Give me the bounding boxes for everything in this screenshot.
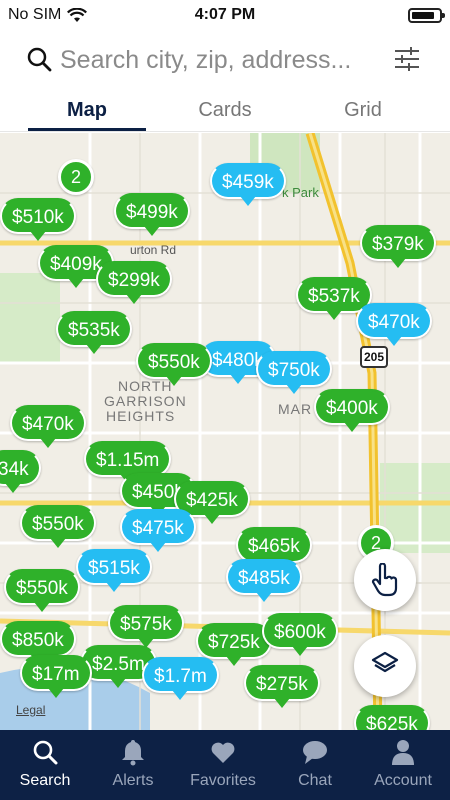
status-time: 4:07 PM bbox=[194, 6, 256, 23]
price-pin[interactable]: $485k bbox=[226, 559, 302, 602]
price-pin[interactable]: $465k bbox=[236, 527, 312, 570]
tab-active-indicator bbox=[28, 128, 146, 131]
price-pin[interactable]: $725k bbox=[196, 623, 272, 666]
price-pin[interactable]: $750k bbox=[256, 351, 332, 394]
nav-account[interactable]: Account bbox=[358, 730, 448, 800]
price-pin[interactable]: $470k bbox=[10, 405, 86, 448]
nav-search[interactable]: Search bbox=[0, 730, 90, 800]
bottom-tab-bar: Search Alerts Favorites Chat Account bbox=[0, 730, 450, 800]
bell-icon bbox=[122, 740, 144, 766]
hand-pointer-icon bbox=[371, 563, 398, 597]
search-bar bbox=[0, 38, 450, 84]
nav-label: Search bbox=[19, 772, 71, 789]
layers-icon bbox=[371, 651, 399, 673]
nav-favorites[interactable]: Favorites bbox=[178, 730, 268, 800]
nav-label: Chat bbox=[298, 772, 332, 789]
nav-label: Account bbox=[374, 772, 432, 789]
battery-icon bbox=[408, 8, 445, 23]
price-pin[interactable]: $400k bbox=[314, 389, 390, 432]
price-pin[interactable]: $1.7m bbox=[142, 657, 219, 700]
price-pin[interactable]: $550k bbox=[20, 505, 96, 548]
map-park-label: k Park bbox=[282, 185, 319, 200]
price-pin[interactable]: $550k bbox=[136, 343, 212, 386]
price-pin[interactable]: $600k bbox=[262, 613, 338, 656]
price-pin[interactable]: $850k bbox=[0, 621, 76, 664]
draw-search-button[interactable] bbox=[354, 549, 416, 611]
price-pin[interactable]: $470k bbox=[356, 303, 432, 346]
nav-chat[interactable]: Chat bbox=[270, 730, 360, 800]
map-area-label: GARRISON bbox=[104, 393, 187, 409]
highway-shield: 205 bbox=[360, 346, 388, 368]
person-icon bbox=[392, 740, 414, 765]
map-road-label: urton Rd bbox=[130, 243, 177, 257]
price-pin[interactable]: $275k bbox=[244, 665, 320, 708]
price-pin[interactable]: $1.15m bbox=[84, 441, 172, 484]
price-pin[interactable]: $475k bbox=[120, 509, 196, 552]
heart-icon bbox=[211, 742, 235, 763]
price-pin[interactable]: $379k bbox=[360, 225, 436, 268]
nav-label: Alerts bbox=[112, 772, 154, 789]
tab-map[interactable]: Map bbox=[12, 92, 162, 132]
search-icon bbox=[33, 740, 58, 765]
search-input[interactable] bbox=[60, 43, 380, 77]
status-bar: No SIM 4:07 PM bbox=[0, 0, 450, 30]
tab-cards[interactable]: Cards bbox=[150, 92, 300, 132]
map-layers-button[interactable] bbox=[354, 635, 416, 697]
price-pin[interactable]: $550k bbox=[4, 569, 80, 612]
nav-label: Favorites bbox=[190, 772, 256, 789]
price-pin[interactable]: $515k bbox=[76, 549, 152, 592]
price-pin[interactable]: $459k bbox=[210, 163, 286, 206]
filter-sliders-icon[interactable] bbox=[392, 44, 422, 74]
tab-grid[interactable]: Grid bbox=[288, 92, 438, 132]
price-pin[interactable]: $299k bbox=[96, 261, 172, 304]
chat-icon bbox=[303, 741, 327, 764]
search-icon bbox=[27, 47, 52, 72]
map-view[interactable]: k Park urton Rd 205 NORTH GARRISON HEIGH… bbox=[0, 133, 450, 730]
nav-alerts[interactable]: Alerts bbox=[88, 730, 178, 800]
pin-cluster[interactable]: 2 bbox=[58, 159, 94, 195]
price-pin[interactable]: $17m bbox=[20, 655, 92, 698]
price-pin[interactable]: $499k bbox=[114, 193, 190, 236]
map-area-label: HEIGHTS bbox=[106, 408, 176, 424]
price-pin[interactable]: $575k bbox=[108, 605, 184, 648]
view-tabs: Map Cards Grid bbox=[0, 92, 450, 132]
price-pin[interactable]: $510k bbox=[0, 198, 76, 241]
price-pin[interactable]: $535k bbox=[56, 311, 132, 354]
map-legal-link[interactable]: Legal bbox=[16, 703, 45, 717]
price-pin[interactable]: 34k bbox=[0, 450, 41, 493]
map-area-label: MAR bbox=[278, 401, 313, 417]
price-pin[interactable]: $625k bbox=[354, 705, 430, 730]
